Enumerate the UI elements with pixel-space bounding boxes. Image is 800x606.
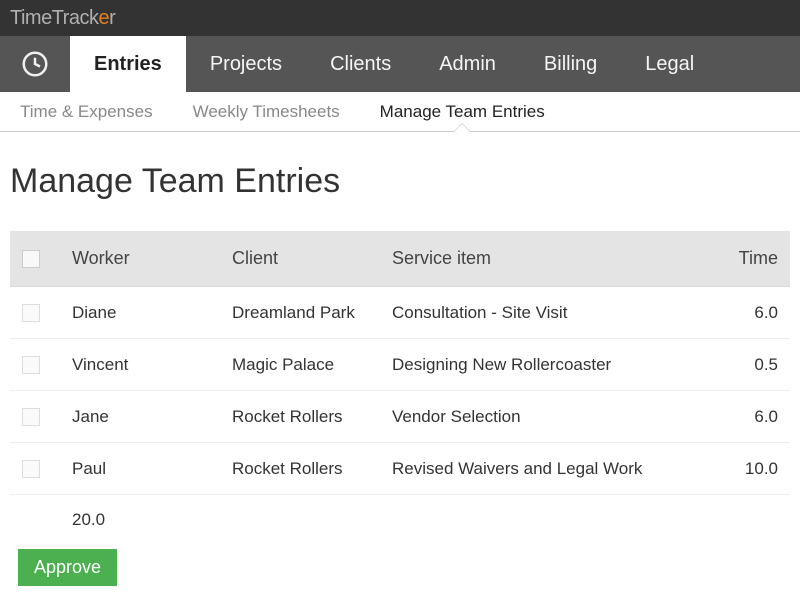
cell-service: Vendor Selection <box>392 407 708 427</box>
cell-time: 6.0 <box>708 303 778 323</box>
select-all-checkbox[interactable] <box>22 250 40 268</box>
nav-label: Entries <box>94 53 162 76</box>
clock-icon[interactable] <box>0 36 70 92</box>
nav-tab-legal[interactable]: Legal <box>621 36 718 92</box>
row-checkbox[interactable] <box>22 408 40 426</box>
subnav-label: Time & Expenses <box>20 102 153 122</box>
subnav-label: Manage Team Entries <box>380 102 545 122</box>
logo-accent: e <box>98 7 109 29</box>
nav-label: Projects <box>210 53 282 76</box>
col-header-service[interactable]: Service item <box>392 248 708 269</box>
total-row: 20.0 <box>10 495 790 545</box>
cell-worker: Paul <box>72 459 232 479</box>
nav-tab-clients[interactable]: Clients <box>306 36 415 92</box>
sub-nav: Time & Expenses Weekly Timesheets Manage… <box>0 92 800 132</box>
total-value: 20.0 <box>72 510 105 530</box>
main-nav: Entries Projects Clients Admin Billing L… <box>0 36 800 92</box>
subnav-time-expenses[interactable]: Time & Expenses <box>0 92 173 131</box>
nav-label: Legal <box>645 53 694 76</box>
col-header-time[interactable]: Time <box>708 248 778 269</box>
subnav-weekly-timesheets[interactable]: Weekly Timesheets <box>173 92 360 131</box>
col-header-worker[interactable]: Worker <box>72 248 232 269</box>
cell-client: Rocket Rollers <box>232 407 392 427</box>
nav-tab-projects[interactable]: Projects <box>186 36 306 92</box>
nav-label: Clients <box>330 53 391 76</box>
approve-button[interactable]: Approve <box>18 549 117 586</box>
table-row: Diane Dreamland Park Consultation - Site… <box>10 287 790 339</box>
row-checkbox[interactable] <box>22 304 40 322</box>
logo-text-post: r <box>109 7 115 29</box>
nav-tab-entries[interactable]: Entries <box>70 36 186 92</box>
cell-service: Revised Waivers and Legal Work <box>392 459 708 479</box>
logo-text-pre: TimeTrack <box>10 7 98 29</box>
cell-time: 10.0 <box>708 459 778 479</box>
cell-client: Dreamland Park <box>232 303 392 323</box>
subnav-label: Weekly Timesheets <box>193 102 340 122</box>
cell-worker: Vincent <box>72 355 232 375</box>
nav-label: Billing <box>544 53 597 76</box>
table-header: Worker Client Service item Time <box>10 231 790 287</box>
cell-time: 0.5 <box>708 355 778 375</box>
nav-label: Admin <box>439 53 496 76</box>
cell-worker: Diane <box>72 303 232 323</box>
page-content: Manage Team Entries Worker Client Servic… <box>0 132 800 606</box>
row-checkbox[interactable] <box>22 460 40 478</box>
cell-service: Designing New Rollercoaster <box>392 355 708 375</box>
cell-service: Consultation - Site Visit <box>392 303 708 323</box>
top-bar: TimeTracker <box>0 0 800 36</box>
row-checkbox[interactable] <box>22 356 40 374</box>
cell-worker: Jane <box>72 407 232 427</box>
col-header-client[interactable]: Client <box>232 248 392 269</box>
app-logo: TimeTracker <box>10 7 115 30</box>
cell-client: Rocket Rollers <box>232 459 392 479</box>
entries-table: Worker Client Service item Time Diane Dr… <box>10 231 790 545</box>
nav-tab-billing[interactable]: Billing <box>520 36 621 92</box>
table-row: Vincent Magic Palace Designing New Rolle… <box>10 339 790 391</box>
table-row: Jane Rocket Rollers Vendor Selection 6.0 <box>10 391 790 443</box>
subnav-manage-team-entries[interactable]: Manage Team Entries <box>360 92 565 131</box>
nav-tab-admin[interactable]: Admin <box>415 36 520 92</box>
cell-client: Magic Palace <box>232 355 392 375</box>
page-title: Manage Team Entries <box>10 162 790 201</box>
cell-time: 6.0 <box>708 407 778 427</box>
table-row: Paul Rocket Rollers Revised Waivers and … <box>10 443 790 495</box>
